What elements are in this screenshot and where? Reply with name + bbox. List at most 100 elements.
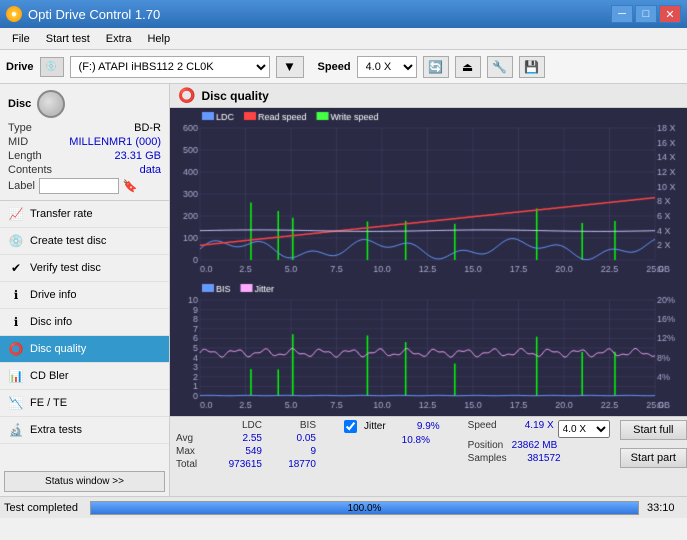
extra-tests-icon: 🔬 (8, 422, 24, 438)
stats-table: LDC BIS Avg 2.55 0.05 Max 549 9 Total 97… (176, 420, 316, 470)
max-jitter: 10.8% (380, 435, 430, 446)
position-value: 23862 MB (507, 440, 557, 451)
bottom-chart-canvas (170, 280, 687, 416)
col-bis: BIS (266, 420, 316, 431)
contents-value: data (140, 164, 161, 176)
max-ldc: 549 (212, 446, 262, 457)
content-area: ⭕ Disc quality LDC BIS Avg 2.55 0.05 (170, 84, 687, 496)
menu-start-test[interactable]: Start test (38, 31, 98, 47)
type-label: Type (8, 122, 32, 134)
close-button[interactable]: ✕ (659, 5, 681, 23)
maximize-button[interactable]: □ (635, 5, 657, 23)
sidebar-item-extra-tests[interactable]: 🔬 Extra tests (0, 417, 169, 444)
sidebar-item-disc-quality[interactable]: ⭕ Disc quality (0, 336, 169, 363)
start-full-button[interactable]: Start full (620, 420, 687, 440)
jitter-checkbox[interactable] (344, 420, 357, 433)
speed-label: Speed (318, 61, 351, 73)
verify-test-disc-label: Verify test disc (30, 262, 101, 274)
stats-jitter-col: Jitter 9.9% 10.8% (344, 420, 440, 446)
stats-bar: LDC BIS Avg 2.55 0.05 Max 549 9 Total 97… (170, 416, 687, 496)
nav-section: 📈 Transfer rate 💿 Create test disc ✔ Ver… (0, 201, 169, 467)
jitter-max-label (344, 435, 376, 446)
disc-info-label: Disc info (30, 316, 72, 328)
label-icon[interactable]: 🔖 (123, 179, 138, 193)
sidebar-item-fe-te[interactable]: 📉 FE / TE (0, 390, 169, 417)
transfer-rate-label: Transfer rate (30, 208, 93, 220)
status-window-button[interactable]: Status window >> (4, 471, 165, 492)
chart-area (170, 108, 687, 416)
disc-quality-icon: ⭕ (8, 341, 24, 357)
speed-select-drive[interactable]: 4.0 X 1.0 X 2.0 X 8.0 X (357, 56, 417, 78)
type-value: BD-R (134, 122, 161, 134)
drive-info-label: Drive info (30, 289, 76, 301)
disc-quality-label: Disc quality (30, 343, 86, 355)
drive-bar: Drive 💿 (F:) ATAPI iHBS112 2 CL0K ▼ Spee… (0, 50, 687, 84)
max-bis: 9 (266, 446, 316, 457)
disc-info-icon: ℹ (8, 314, 24, 330)
max-label: Max (176, 446, 208, 457)
cd-bler-icon: 📊 (8, 368, 24, 384)
title-bar: ● Opti Drive Control 1.70 ─ □ ✕ (0, 0, 687, 28)
status-text: Test completed (4, 502, 86, 514)
sidebar-item-drive-info[interactable]: ℹ Drive info (0, 282, 169, 309)
menu-file[interactable]: File (4, 31, 38, 47)
extra-tests-label: Extra tests (30, 424, 82, 436)
mid-value: MILLENMR1 (000) (69, 136, 161, 148)
refresh-button[interactable]: 🔄 (423, 56, 449, 78)
sidebar-item-create-test-disc[interactable]: 💿 Create test disc (0, 228, 169, 255)
total-label: Total (176, 459, 208, 470)
drive-select[interactable]: (F:) ATAPI iHBS112 2 CL0K (70, 56, 270, 78)
start-part-button[interactable]: Start part (620, 448, 687, 468)
total-ldc: 973615 (212, 459, 262, 470)
samples-label: Samples (468, 453, 507, 464)
position-label: Position (468, 440, 504, 451)
length-label: Length (8, 150, 42, 162)
drive-arrow-button[interactable]: ▼ (276, 56, 304, 78)
fe-te-label: FE / TE (30, 397, 67, 409)
app-icon: ● (6, 6, 22, 22)
col-ldc: LDC (212, 420, 262, 431)
drive-label: Drive (6, 61, 34, 73)
drive-info-icon: ℹ (8, 287, 24, 303)
create-test-disc-label: Create test disc (30, 235, 106, 247)
disc-label-label: Label (8, 180, 35, 192)
stats-speed-col: Speed 4.19 X 4.0 X Position 23862 MB Sam… (468, 420, 610, 464)
progress-bar-container: 100.0% (90, 501, 639, 515)
length-value: 23.31 GB (115, 150, 161, 162)
top-chart-canvas (170, 108, 687, 280)
avg-label: Avg (176, 433, 208, 444)
disc-quality-header-icon: ⭕ (178, 87, 195, 104)
sidebar-item-verify-test-disc[interactable]: ✔ Verify test disc (0, 255, 169, 282)
tools-button[interactable]: 🔧 (487, 56, 513, 78)
sidebar-item-transfer-rate[interactable]: 📈 Transfer rate (0, 201, 169, 228)
verify-test-disc-icon: ✔ (8, 260, 24, 276)
col-empty (176, 420, 208, 431)
disc-label-input[interactable] (39, 178, 119, 194)
disc-info-panel: Disc Type BD-R MID MILLENMR1 (000) Lengt… (0, 84, 169, 201)
eject-button[interactable]: ⏏ (455, 56, 481, 78)
create-test-disc-icon: 💿 (8, 233, 24, 249)
menu-bar: File Start test Extra Help (0, 28, 687, 50)
mid-label: MID (8, 136, 28, 148)
disc-quality-header: ⭕ Disc quality (170, 84, 687, 108)
avg-ldc: 2.55 (212, 433, 262, 444)
sidebar-item-cd-bler[interactable]: 📊 CD Bler (0, 363, 169, 390)
cd-bler-label: CD Bler (30, 370, 69, 382)
drive-icon: 💿 (40, 57, 64, 77)
transfer-rate-icon: 📈 (8, 206, 24, 222)
jitter-col-label: Jitter (364, 421, 386, 432)
app-title: Opti Drive Control 1.70 (28, 7, 160, 22)
disc-section-label: Disc (8, 98, 31, 110)
sidebar: Disc Type BD-R MID MILLENMR1 (000) Lengt… (0, 84, 170, 496)
status-bar: Test completed 100.0% 33:10 (0, 496, 687, 518)
save-button[interactable]: 💾 (519, 56, 545, 78)
fe-te-icon: 📉 (8, 395, 24, 411)
menu-extra[interactable]: Extra (98, 31, 140, 47)
menu-help[interactable]: Help (139, 31, 178, 47)
sidebar-item-disc-info[interactable]: ℹ Disc info (0, 309, 169, 336)
progress-text: 100.0% (91, 502, 638, 516)
speed-stat-label: Speed (468, 420, 500, 438)
total-bis: 18770 (266, 459, 316, 470)
speed-stat-select[interactable]: 4.0 X (558, 420, 610, 438)
minimize-button[interactable]: ─ (611, 5, 633, 23)
